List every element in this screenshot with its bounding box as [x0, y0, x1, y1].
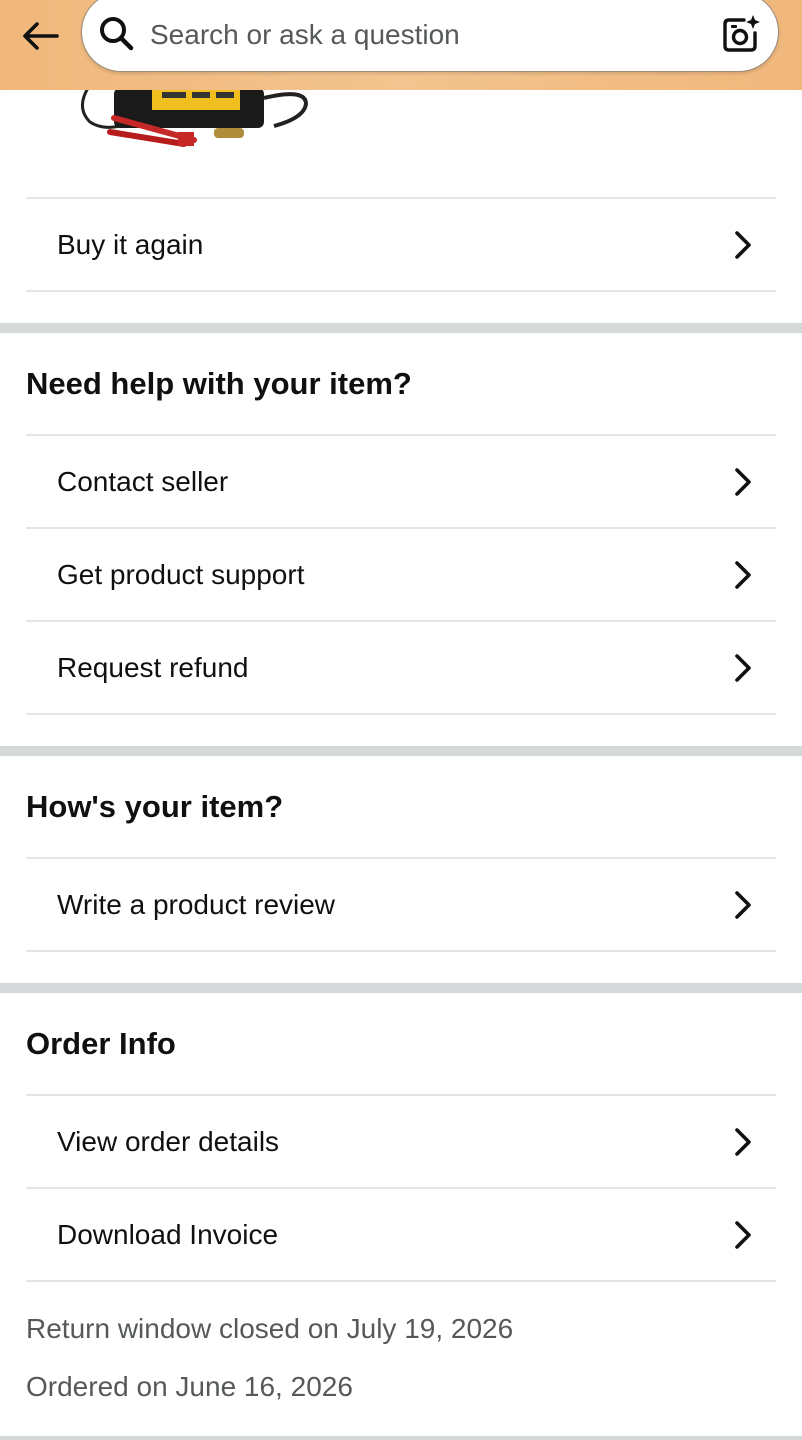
search-input[interactable]	[150, 7, 690, 63]
row-label: Get product support	[57, 558, 305, 590]
section-separator	[0, 983, 802, 993]
chevron-right-icon	[735, 653, 751, 682]
chevron-right-icon	[735, 230, 751, 259]
return-window-text: Return window closed on July 19, 2026	[26, 1313, 514, 1344]
row-label: Download Invoice	[57, 1218, 279, 1250]
back-arrow-icon	[23, 22, 59, 50]
back-button[interactable]	[18, 14, 62, 58]
chevron-right-icon	[735, 467, 751, 496]
product-image[interactable]	[74, 88, 314, 158]
section-separator	[0, 746, 802, 756]
row-label: Buy it again	[57, 228, 204, 260]
divider	[26, 290, 776, 292]
chevron-right-icon	[735, 1127, 751, 1156]
view-order-details-row[interactable]: View order details	[26, 1096, 776, 1187]
ordered-on-text: Ordered on June 16, 2026	[26, 1371, 353, 1402]
section-separator	[0, 323, 802, 333]
top-search-bar	[0, 0, 802, 90]
request-refund-row[interactable]: Request refund	[26, 622, 776, 713]
row-label: Contact seller	[57, 465, 229, 497]
row-label: Write a product review	[57, 888, 336, 920]
download-invoice-row[interactable]: Download Invoice	[26, 1189, 776, 1280]
write-review-row[interactable]: Write a product review	[26, 859, 776, 950]
camera-lens-icon[interactable]	[720, 13, 762, 55]
divider	[26, 713, 776, 715]
help-section-title: Need help with your item?	[26, 366, 412, 401]
order-section-title: Order Info	[26, 1026, 176, 1061]
review-section-title: How's your item?	[26, 789, 284, 824]
row-label: Request refund	[57, 651, 249, 683]
get-product-support-row[interactable]: Get product support	[26, 529, 776, 620]
chevron-right-icon	[735, 560, 751, 589]
divider	[26, 1280, 776, 1282]
chevron-right-icon	[735, 890, 751, 919]
section-separator	[0, 1436, 802, 1440]
search-icon	[100, 17, 134, 51]
search-box[interactable]	[81, 0, 779, 72]
row-label: View order details	[57, 1125, 280, 1157]
divider	[26, 950, 776, 952]
contact-seller-row[interactable]: Contact seller	[26, 436, 776, 527]
buy-it-again-row[interactable]: Buy it again	[26, 199, 776, 290]
chevron-right-icon	[735, 1220, 751, 1249]
